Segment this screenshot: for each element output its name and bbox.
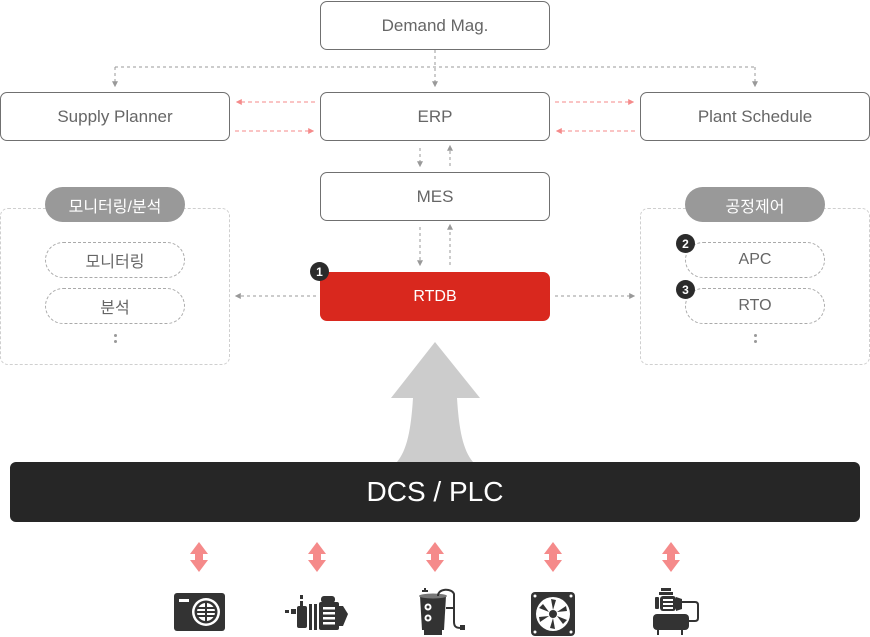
monitoring-item-label: 모니터링 bbox=[85, 254, 145, 271]
compressor-icon bbox=[653, 588, 699, 635]
monitoring-group-title: 모니터링/분석 bbox=[45, 187, 185, 222]
mes-node[interactable]: MES bbox=[320, 172, 550, 221]
badge-1: 1 bbox=[310, 262, 329, 281]
device-link-arrow-2 bbox=[308, 542, 326, 572]
supply-planner-node[interactable]: Supply Planner bbox=[0, 92, 230, 141]
rto-item[interactable]: RTO bbox=[685, 288, 825, 324]
demand-mag-label: Demand Mag. bbox=[381, 15, 489, 35]
supply-planner-label: Supply Planner bbox=[57, 106, 173, 126]
device-link-arrow-1 bbox=[190, 542, 208, 572]
dcs-plc-bar[interactable]: DCS / PLC bbox=[10, 462, 860, 522]
plant-schedule-label: Plant Schedule bbox=[697, 106, 813, 126]
device-link-arrow-5 bbox=[662, 542, 680, 572]
process-control-group-title: 공정제어 bbox=[685, 187, 825, 222]
heat-exchanger-icon bbox=[174, 593, 225, 631]
data-flow-up-arrow bbox=[391, 342, 480, 462]
erp-label: ERP bbox=[417, 106, 453, 126]
monitoring-group-title-label: 모니터링/분석 bbox=[68, 198, 162, 216]
mes-label: MES bbox=[416, 186, 454, 206]
badge-3: 3 bbox=[676, 280, 695, 299]
device-link-arrow-3 bbox=[426, 542, 444, 572]
plant-schedule-node[interactable]: Plant Schedule bbox=[640, 92, 870, 141]
analysis-item[interactable]: 분석 bbox=[45, 288, 185, 324]
apc-item-label: APC bbox=[738, 251, 772, 268]
rtdb-label: RTDB bbox=[413, 287, 457, 305]
device-link-arrow-4 bbox=[544, 542, 562, 572]
badge-2: 2 bbox=[676, 234, 695, 253]
process-control-group-title-label: 공정제어 bbox=[725, 198, 785, 216]
monitoring-item[interactable]: 모니터링 bbox=[45, 242, 185, 278]
rto-item-label: RTO bbox=[738, 297, 772, 314]
control-more-ellipsis bbox=[754, 331, 758, 346]
boiler-tank-icon bbox=[419, 588, 465, 635]
apc-item[interactable]: APC bbox=[685, 242, 825, 278]
monitoring-more-ellipsis bbox=[114, 331, 118, 346]
demand-mag-node[interactable]: Demand Mag. bbox=[320, 1, 550, 50]
rtdb-node[interactable]: RTDB bbox=[320, 272, 550, 321]
dcs-plc-label: DCS / PLC bbox=[366, 476, 504, 507]
erp-node[interactable]: ERP bbox=[320, 92, 550, 141]
fan-icon bbox=[531, 592, 575, 636]
analysis-item-label: 분석 bbox=[100, 300, 130, 317]
pump-motor-icon bbox=[285, 595, 348, 630]
